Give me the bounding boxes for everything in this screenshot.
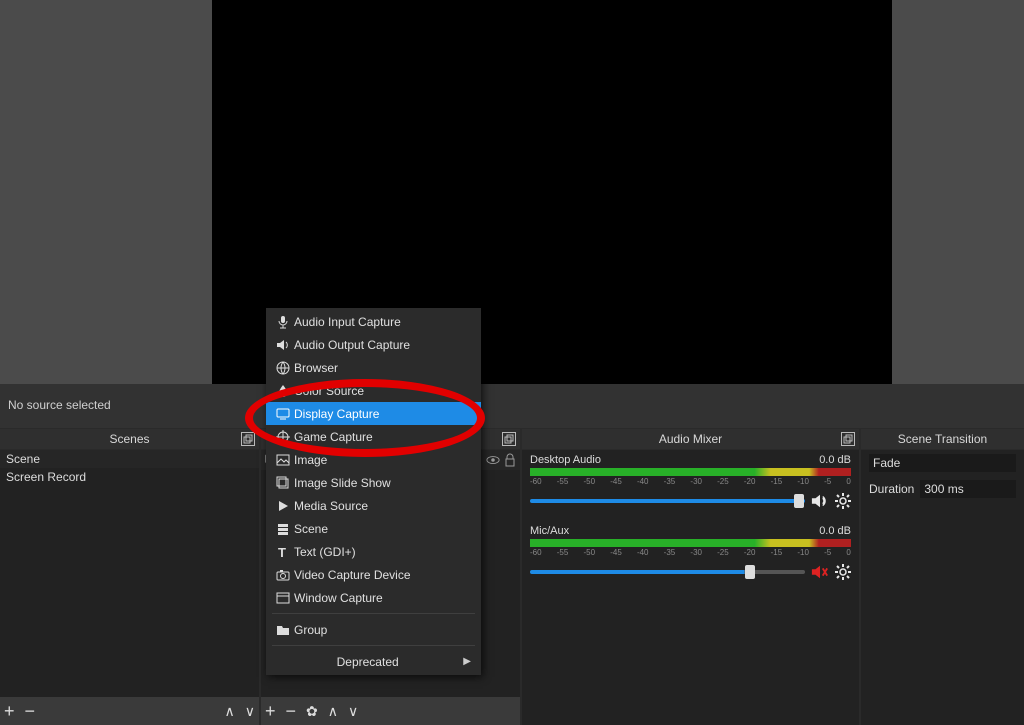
mixer-channel-name: Desktop Audio [530,454,601,466]
mixer-meter [530,468,851,476]
add-scene-button[interactable]: + [4,701,15,722]
drop-icon [272,384,294,398]
submenu-arrow-icon: ▶ [463,656,471,667]
ctx-item-text[interactable]: T Text (GDI+) [266,540,481,563]
slider-thumb[interactable] [745,565,755,579]
remove-scene-button[interactable]: − [25,701,36,722]
transitions-title: Scene Transition [898,432,987,446]
transitions-body: Fade Duration 300 ms [861,450,1024,725]
popout-icon[interactable] [502,432,516,446]
mixer-channel-name: Mic/Aux [530,525,569,537]
monitor-icon [272,407,294,421]
ctx-separator [272,645,475,646]
transition-select[interactable]: Fade [869,454,1016,472]
scene-item[interactable]: Screen Record [0,468,259,486]
mixer-channel-db: 0.0 dB [819,454,851,466]
add-source-context-menu: Audio Input Capture Audio Output Capture… [266,308,481,675]
preview-padding-left [0,0,212,384]
ctx-item-scene[interactable]: Scene [266,517,481,540]
scenes-header[interactable]: Scenes [0,428,259,450]
transitions-panel: Scene Transition Fade Duration 300 ms [861,428,1024,725]
text-icon: T [272,545,294,559]
ctx-item-audio-output[interactable]: Audio Output Capture [266,333,481,356]
speaker-icon[interactable] [811,493,829,509]
ctx-item-deprecated[interactable]: Deprecated ▶ [266,650,481,673]
dock-panels: Scenes Scene Screen Record + − ∧ ∨ Sourc… [0,428,1024,725]
scene-item[interactable]: Scene [0,450,259,468]
transitions-header[interactable]: Scene Transition [861,428,1024,450]
ctx-item-game-capture[interactable]: Game Capture [266,425,481,448]
gear-icon[interactable] [835,564,851,580]
speaker-muted-icon[interactable] [811,564,829,580]
remove-source-button[interactable]: − [286,701,297,722]
mixer-ticks: -60-55-50-45-40-35-30-25-20-15-10-50 [530,547,851,558]
ctx-separator [272,613,475,614]
ctx-item-window-capture[interactable]: Window Capture [266,586,481,609]
source-up-button[interactable]: ∧ [328,703,338,720]
scenes-list[interactable]: Scene Screen Record [0,450,259,697]
window-icon [272,591,294,605]
mixer-body: Desktop Audio 0.0 dB -60-55-50-45-40-35-… [522,450,859,725]
status-text: No source selected [8,398,111,412]
ctx-item-audio-input[interactable]: Audio Input Capture [266,310,481,333]
duration-field[interactable]: 300 ms [920,480,1016,498]
gear-icon[interactable] [835,493,851,509]
ctx-item-display-capture[interactable]: Display Capture [266,402,481,425]
scene-down-button[interactable]: ∨ [245,703,255,720]
ctx-item-media-source[interactable]: Media Source [266,494,481,517]
ctx-item-color-source[interactable]: Color Source [266,379,481,402]
camera-icon [272,568,294,582]
popout-icon[interactable] [841,432,855,446]
volume-slider[interactable] [530,570,805,574]
scene-up-button[interactable]: ∧ [225,703,235,720]
scenes-toolbar: + − ∧ ∨ [0,697,259,725]
volume-slider[interactable] [530,499,805,503]
status-bar: No source selected [0,393,1024,417]
mixer-header[interactable]: Audio Mixer [522,428,859,450]
speaker-icon [272,338,294,352]
ctx-item-slideshow[interactable]: Image Slide Show [266,471,481,494]
mixer-channel: Mic/Aux 0.0 dB -60-55-50-45-40-35-30-25-… [522,521,859,580]
crosshair-icon [272,430,294,444]
mixer-meter [530,539,851,547]
scenes-panel: Scenes Scene Screen Record + − ∧ ∨ [0,428,261,725]
mixer-channel: Desktop Audio 0.0 dB -60-55-50-45-40-35-… [522,450,859,509]
folder-icon [272,623,294,637]
source-settings-button[interactable]: ✿ [306,703,318,720]
ctx-item-video-capture[interactable]: Video Capture Device [266,563,481,586]
image-icon [272,453,294,467]
duration-label: Duration [869,482,914,496]
play-icon [272,499,294,513]
sources-toolbar: + − ✿ ∧ ∨ [261,697,520,725]
slider-thumb[interactable] [794,494,804,508]
svg-text:T: T [278,545,286,559]
ctx-item-group[interactable]: Group [266,618,481,641]
lock-icon[interactable] [504,453,516,467]
slides-icon [272,476,294,490]
source-down-button[interactable]: ∨ [348,703,358,720]
mixer-channel-db: 0.0 dB [819,525,851,537]
mixer-ticks: -60-55-50-45-40-35-30-25-20-15-10-50 [530,476,851,487]
add-source-button[interactable]: + [265,701,276,722]
popout-icon[interactable] [241,432,255,446]
mixer-title: Audio Mixer [659,432,722,446]
audio-mixer-panel: Audio Mixer Desktop Audio 0.0 dB -60-55-… [522,428,861,725]
preview-padding-right [892,0,1024,384]
visibility-icon[interactable] [486,453,500,467]
globe-icon [272,361,294,375]
layers-icon [272,522,294,536]
ctx-item-image[interactable]: Image [266,448,481,471]
mic-icon [272,315,294,329]
scenes-title: Scenes [109,432,149,446]
ctx-item-browser[interactable]: Browser [266,356,481,379]
